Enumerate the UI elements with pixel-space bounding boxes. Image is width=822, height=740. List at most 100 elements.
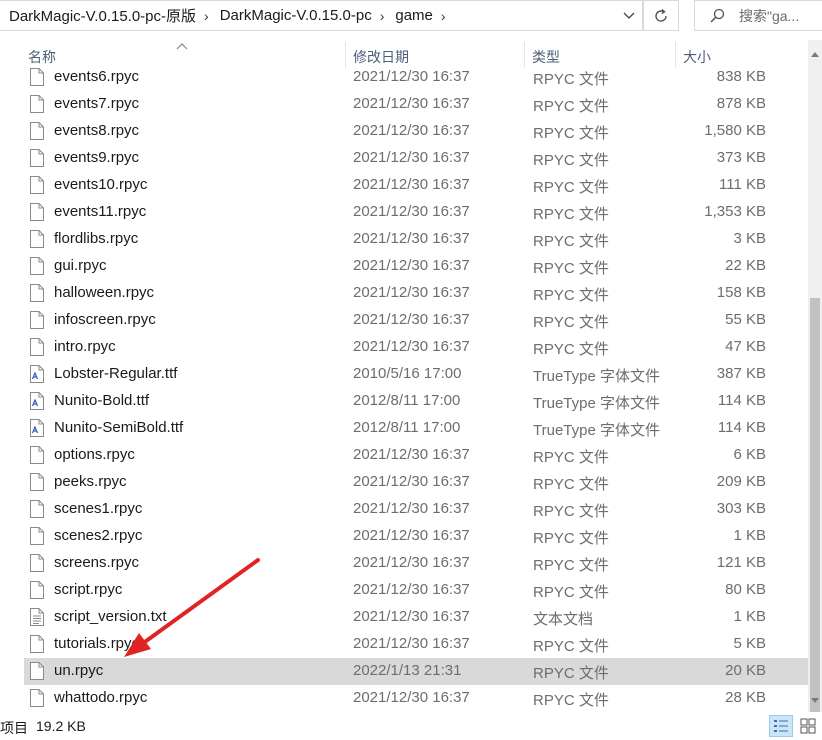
file-size: 1 KB [733,527,766,544]
file-row[interactable]: events7.rpyc 2021/12/30 16:37 RPYC 文件 878 K… [24,91,808,118]
file-date-modified: 2021/12/30 16:37 [353,446,470,463]
file-row[interactable]: events9.rpyc 2021/12/30 16:37 RPYC 文件 373 K… [24,145,808,172]
file-row[interactable]: scenes2.rpyc 2021/12/30 16:37 RPYC 文件 1 KB [24,523,808,550]
file-row[interactable]: halloween.rpyc 2021/12/30 16:37 RPYC 文件 158… [24,280,808,307]
scroll-up-icon[interactable] [811,44,819,62]
file-icon [30,338,46,357]
file-name: events8.rpyc [54,122,140,139]
file-name: whattodo.rpyc [54,689,148,706]
file-row[interactable]: gui.rpyc 2021/12/30 16:37 RPYC 文件 22 KB [24,253,808,280]
file-row[interactable]: options.rpyc 2021/12/30 16:37 RPYC 文件 6 KB [24,442,808,469]
file-row[interactable]: Lobster-Regular.ttf 2010/5/16 17:00 TrueTy… [24,361,808,388]
file-row[interactable]: peeks.rpyc 2021/12/30 16:37 RPYC 文件 209 KB [24,469,808,496]
file-date-modified: 2012/8/11 17:00 [353,419,461,436]
search-box[interactable]: 搜索"ga... [694,0,822,31]
large-icons-view-button[interactable] [796,715,820,737]
scrollbar-thumb[interactable] [810,298,820,732]
file-row[interactable]: un.rpyc 2022/1/13 21:31 RPYC 文件 20 KB [24,658,808,685]
breadcrumb-separator-icon[interactable]: › [202,8,211,24]
file-name: flordlibs.rpyc [54,230,139,247]
file-icon [30,122,46,141]
file-type: RPYC 文件 [533,260,609,277]
file-type: RPYC 文件 [533,530,609,547]
file-size: 838 KB [716,68,766,85]
file-row[interactable]: tutorials.rpyc 2021/12/30 16:37 RPYC 文件 5 K… [24,631,808,658]
column-header-row: 名称 修改日期 类型 大小 [0,40,808,68]
refresh-button[interactable] [643,0,679,31]
file-icon [30,446,46,465]
file-row[interactable]: events10.rpyc 2021/12/30 16:37 RPYC 文件 111 … [24,172,808,199]
scroll-down-icon[interactable] [811,690,819,708]
details-view-button[interactable] [769,715,793,737]
breadcrumb-item[interactable]: DarkMagic-V.0.15.0-pc [211,7,378,24]
file-row[interactable]: infoscreen.rpyc 2021/12/30 16:37 RPYC 文件 55… [24,307,808,334]
file-type: RPYC 文件 [533,314,609,331]
file-icon [30,230,46,249]
file-row[interactable]: events8.rpyc 2021/12/30 16:37 RPYC 文件 1,580… [24,118,808,145]
file-size: 1 KB [733,608,766,625]
file-name: screens.rpyc [54,554,140,571]
file-size: 28 KB [725,689,766,706]
file-size: 303 KB [716,500,766,517]
breadcrumb-separator-icon[interactable]: › [439,8,448,24]
file-date-modified: 2021/12/30 16:37 [353,203,470,220]
font-file-icon [30,392,46,411]
file-size: 111 KB [719,176,766,193]
address-bar[interactable]: DarkMagic-V.0.15.0-pc-原版 › DarkMagic-V.0… [0,0,643,31]
file-date-modified: 2021/12/30 16:37 [353,527,470,544]
file-date-modified: 2021/12/30 16:37 [353,122,470,139]
file-icon [30,554,46,573]
file-row[interactable]: scenes1.rpyc 2021/12/30 16:37 RPYC 文件 303 K… [24,496,808,523]
file-date-modified: 2021/12/30 16:37 [353,689,470,706]
file-row[interactable]: intro.rpyc 2021/12/30 16:37 RPYC 文件 47 KB [24,334,808,361]
file-row[interactable]: events11.rpyc 2021/12/30 16:37 RPYC 文件 1,35… [24,199,808,226]
file-name: events7.rpyc [54,95,140,112]
column-header-date[interactable]: 修改日期 [346,40,524,68]
file-date-modified: 2021/12/30 16:37 [353,68,470,85]
file-type: RPYC 文件 [533,665,609,682]
file-date-modified: 2021/12/30 16:37 [353,554,470,571]
file-icon [30,149,46,168]
file-icon [30,95,46,114]
breadcrumb-item[interactable]: game [386,7,439,24]
file-date-modified: 2022/1/13 21:31 [353,662,462,679]
file-name: Lobster-Regular.ttf [54,365,178,382]
file-row[interactable]: script.rpyc 2021/12/30 16:37 RPYC 文件 80 KB [24,577,808,604]
file-type: TrueType 字体文件 [533,368,660,385]
file-name: un.rpyc [54,662,104,679]
file-date-modified: 2021/12/30 16:37 [353,500,470,517]
breadcrumb-item[interactable]: DarkMagic-V.0.15.0-pc-原版 [0,5,202,26]
file-size: 55 KB [725,311,766,328]
file-icon [30,203,46,222]
column-header-type[interactable]: 类型 [525,40,675,68]
file-name: events11.rpyc [54,203,147,220]
status-item-count: 项目 [0,720,28,736]
file-date-modified: 2021/12/30 16:37 [353,257,470,274]
file-row[interactable]: events6.rpyc 2021/12/30 16:37 RPYC 文件 838 K… [24,68,808,91]
file-date-modified: 2021/12/30 16:37 [353,230,470,247]
file-date-modified: 2021/12/30 16:37 [353,176,470,193]
file-icon [30,662,46,681]
file-row[interactable]: Nunito-SemiBold.ttf 2012/8/11 17:00 TrueTy… [24,415,808,442]
file-size: 209 KB [716,473,766,490]
breadcrumb-separator-icon[interactable]: › [378,8,387,24]
file-icon [30,500,46,519]
file-name: scenes1.rpyc [54,500,143,517]
file-row[interactable]: script_version.txt 2021/12/30 16:37 文本文档 1 … [24,604,808,631]
file-row[interactable]: Nunito-Bold.ttf 2012/8/11 17:00 TrueType 字… [24,388,808,415]
column-header-size[interactable]: 大小 [676,40,808,68]
file-type: RPYC 文件 [533,125,609,142]
vertical-scrollbar[interactable] [808,40,822,732]
chevron-down-icon[interactable] [616,1,642,30]
file-size: 3 KB [733,230,766,247]
file-icon [30,527,46,546]
file-row[interactable]: flordlibs.rpyc 2021/12/30 16:37 RPYC 文件 3 K… [24,226,808,253]
file-row[interactable]: screens.rpyc 2021/12/30 16:37 RPYC 文件 121 K… [24,550,808,577]
file-size: 80 KB [725,581,766,598]
file-date-modified: 2021/12/30 16:37 [353,473,470,490]
file-row[interactable]: whattodo.rpyc 2021/12/30 16:37 RPYC 文件 28 K… [24,685,808,712]
search-placeholder: 搜索"ga... [739,7,800,24]
file-name: script_version.txt [54,608,167,625]
file-name: events6.rpyc [54,68,140,85]
file-type: RPYC 文件 [533,71,609,88]
